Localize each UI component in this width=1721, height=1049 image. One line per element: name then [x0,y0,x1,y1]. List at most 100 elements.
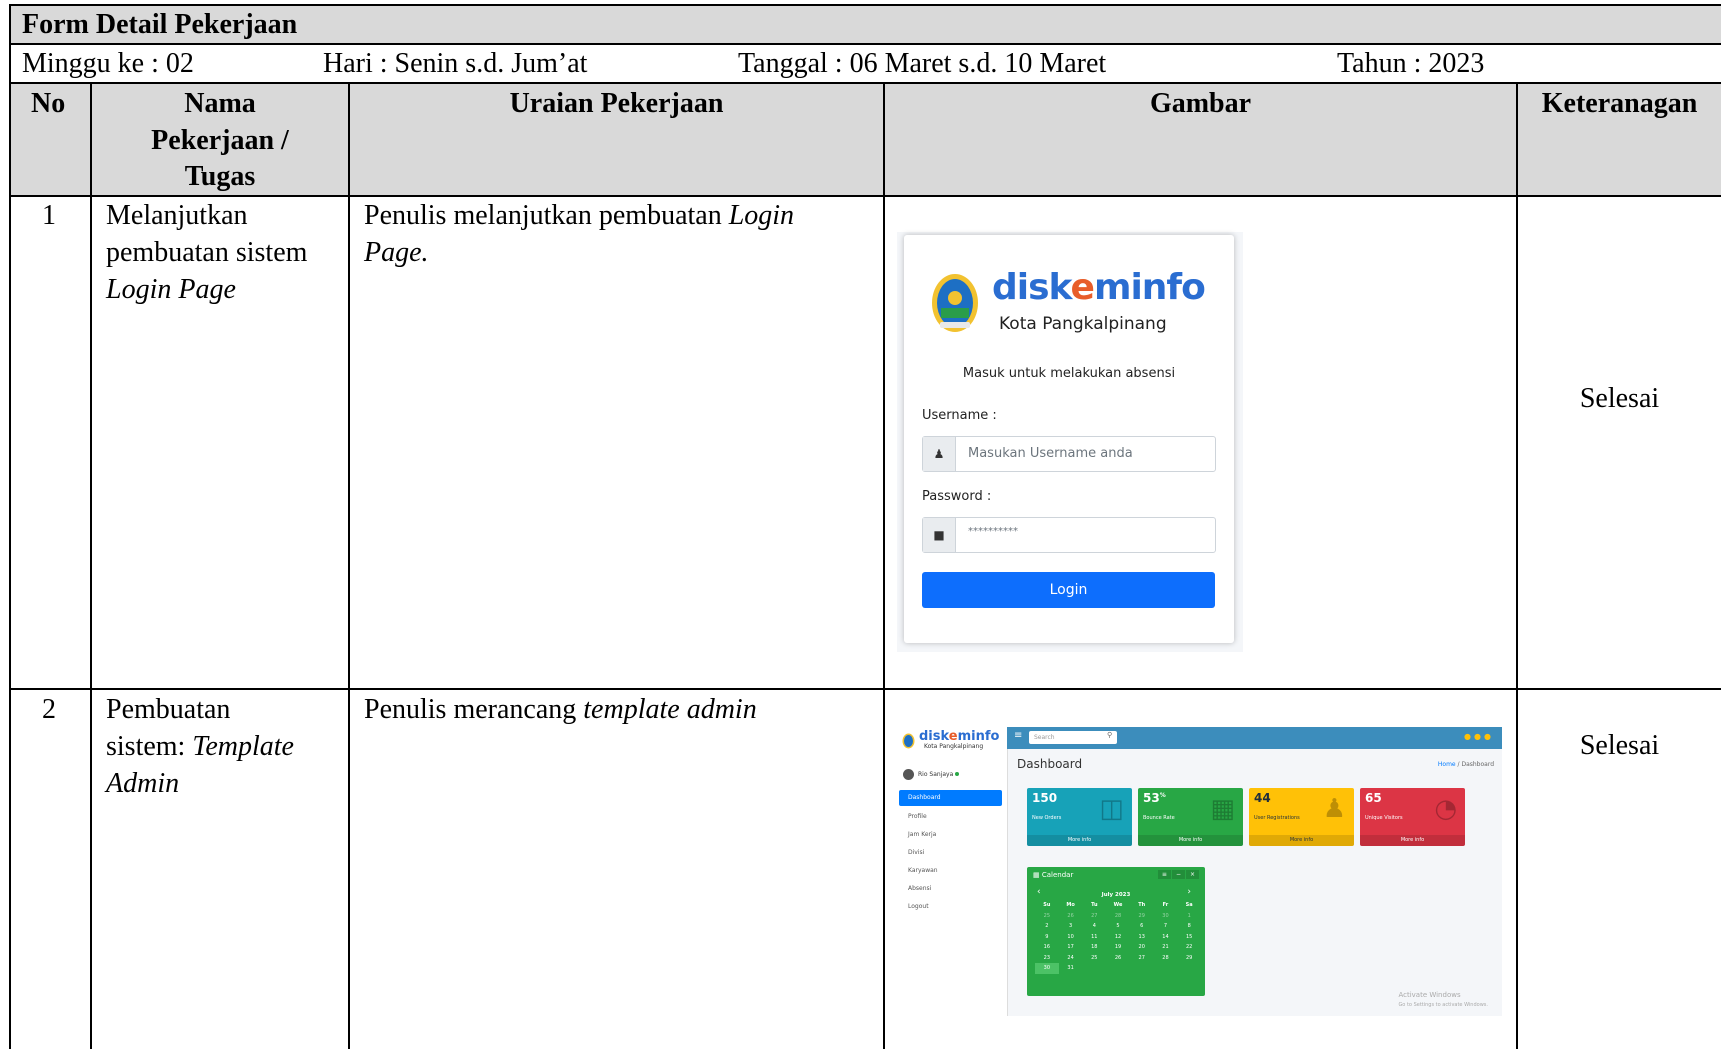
calendar-day[interactable]: 28 [1154,953,1178,964]
header-gambar: Gambar [1149,88,1252,119]
calendar-title: Calendar [1041,871,1074,879]
bar-chart-icon: ▦ [1210,794,1235,824]
row-1-uraian-text: Penulis melanjutkan pembuatan [364,200,729,231]
calendar-day[interactable]: 7 [1154,921,1178,932]
calendar-day[interactable]: 8 [1177,921,1201,932]
calendar-day[interactable]: 26 [1059,911,1083,922]
calendar-day[interactable]: 26 [1106,953,1130,964]
calendar-day[interactable]: 1 [1177,911,1201,922]
more-info-link[interactable]: More info [1249,835,1354,846]
more-info-link[interactable]: More info [1360,835,1465,846]
calendar-day[interactable]: 16 [1035,942,1059,953]
nav-dashboard[interactable]: Dashboard [899,790,1002,806]
hamburger-menu-icon[interactable]: ≡ [1014,730,1022,741]
calendar-day[interactable]: 9 [1035,932,1059,943]
shopping-bag-icon: ◫ [1099,794,1124,824]
nav-divisi[interactable]: Divisi [899,845,1002,861]
calendar-day[interactable]: 29 [1130,911,1154,922]
more-info-link[interactable]: More info [1027,835,1132,846]
calendar-day [1082,963,1106,974]
topbar-notification-icons[interactable]: ●●● [1464,732,1494,741]
row-1-no: 1 [42,200,56,231]
stat-value: 65 [1365,791,1382,805]
calendar-day[interactable]: 5 [1106,921,1130,932]
calendar-day[interactable]: 30 [1154,911,1178,922]
calendar-day[interactable]: 10 [1059,932,1083,943]
calendar-day[interactable]: 14 [1154,932,1178,943]
next-month-icon[interactable]: › [1187,887,1191,897]
password-field[interactable]: ■ ********** [922,517,1216,553]
calendar-day[interactable]: 20 [1130,942,1154,953]
activate-line-1: Activate Windows [1398,991,1461,999]
close-icon[interactable]: × [1185,870,1199,879]
form-title: Form Detail Pekerjaan [22,9,298,40]
calendar-day[interactable]: 31 [1059,963,1083,974]
stat-box-bounce-rate: 53% Bounce Rate ▦ More info [1138,788,1243,846]
admin-brand-wordmark: diskeminfo [919,729,999,744]
calendar-day[interactable]: 27 [1082,911,1106,922]
login-button[interactable]: Login [922,572,1215,608]
row-2-nama-2-text: sistem: [106,731,193,762]
calendar-week-row: 9 10 11 12 13 14 15 [1035,932,1201,943]
calendar-day[interactable]: 19 [1106,942,1130,953]
emblem-icon [902,733,915,749]
calendar-day[interactable]: 17 [1059,942,1083,953]
row-2-uraian: Penulis merancang template admin [364,692,757,728]
weekday-label: Mo [1066,902,1075,908]
breadcrumb-home[interactable]: Home [1438,761,1456,768]
calendar-day[interactable]: 28 [1106,911,1130,922]
username-placeholder: Masukan Username anda [968,446,1133,461]
admin-search-input[interactable]: Search [1029,731,1117,744]
pie-chart-icon: ◔ [1434,794,1457,824]
calendar-day[interactable]: 27 [1130,953,1154,964]
calendar-day[interactable]: 30 [1035,963,1059,974]
calendar-tools[interactable]: ≡ − × [1157,870,1199,879]
calendar-day[interactable]: 24 [1059,953,1083,964]
calendar-day[interactable]: 23 [1035,953,1059,964]
nav-karyawan[interactable]: Karyawan [899,863,1002,879]
calendar-day[interactable]: 22 [1177,942,1201,953]
username-field[interactable]: ♟ Masukan Username anda [922,436,1216,472]
calendar-day[interactable]: 13 [1130,932,1154,943]
calendar-day[interactable]: 25 [1035,911,1059,922]
calendar-menu-icon[interactable]: ≡ [1157,870,1171,879]
calendar-day[interactable]: 4 [1082,921,1106,932]
header-no: No [31,88,66,119]
search-icon[interactable]: ⚲ [1107,731,1112,739]
row-1-uraian-2-italic: Page. [364,237,429,268]
calendar-widget: ▦ Calendar ≡ − × ‹ July 2023 › Su Mo Tu We Th F… [1027,867,1205,996]
admin-brand-subtitle: Kota Pangkalpinang [924,743,984,750]
nav-logout[interactable]: Logout [899,899,1002,915]
more-info-link[interactable]: More info [1138,835,1243,846]
nav-profile[interactable]: Profile [899,809,1002,825]
calendar-day[interactable]: 15 [1177,932,1201,943]
col-rule-4 [1516,84,1518,1049]
row-2-nama-2: sistem: Template [106,729,294,765]
calendar-day[interactable]: 6 [1130,921,1154,932]
rule-below-meta [9,82,1721,84]
admin-brand-b: e [948,729,958,744]
calendar-week-row: 30 31 [1035,963,1201,974]
calendar-weekday-row: Su Mo Tu We Th Fr Sa [1035,900,1201,911]
calendar-day[interactable]: 18 [1082,942,1106,953]
avatar [903,769,914,780]
row-2-uraian-italic: template admin [583,694,757,725]
calendar-day[interactable]: 2 [1035,921,1059,932]
emblem-icon [932,274,978,332]
calendar-day[interactable]: 12 [1106,932,1130,943]
login-brand-subtitle: Kota Pangkalpinang [999,314,1167,334]
admin-user-panel[interactable]: Rio Sanjaya [903,769,960,780]
admin-brand-a: disk [919,729,949,744]
calendar-day[interactable]: 25 [1082,953,1106,964]
calendar-day[interactable]: 3 [1059,921,1083,932]
calendar-week-row: 25 26 27 28 29 30 1 [1035,911,1201,922]
collapse-icon[interactable]: − [1171,870,1185,879]
nav-absensi[interactable]: Absensi [899,881,1002,897]
calendar-day[interactable]: 21 [1154,942,1178,953]
rule-below-title [9,43,1721,45]
row-2-nama-3: Admin [106,766,179,802]
stat-label: Unique Visitors [1365,815,1403,821]
calendar-day[interactable]: 11 [1082,932,1106,943]
nav-jam-kerja[interactable]: Jam Kerja [899,827,1002,843]
calendar-day[interactable]: 29 [1177,953,1201,964]
